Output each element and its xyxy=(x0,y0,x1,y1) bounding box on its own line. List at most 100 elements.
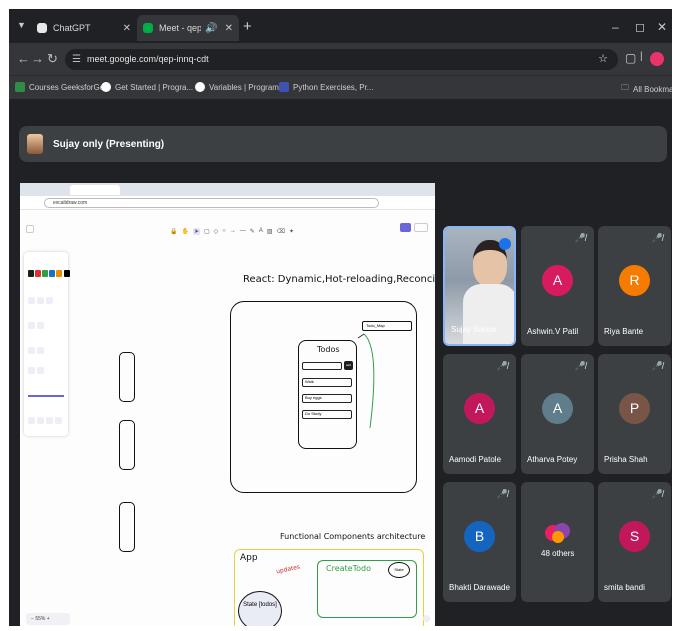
bookmark-geeksforgeeks[interactable]: Courses GeeksforGe... xyxy=(15,82,111,92)
bookmarks-bar: Courses GeeksforGe... Get Started | Prog… xyxy=(9,75,672,99)
back-icon[interactable]: ← xyxy=(17,51,30,66)
bookmark-star-icon[interactable]: ☆ xyxy=(598,49,608,70)
close-tab-icon[interactable]: ✕ xyxy=(123,23,131,34)
presenter-avatar xyxy=(27,134,43,154)
browser-toolbar: ← → ↻ ☰ meet.google.com/qep-innq-cdt ☆ ▢… xyxy=(9,43,672,75)
participant-tile[interactable]: 🎤̸ A Atharva Potey xyxy=(521,354,594,474)
layer-button xyxy=(46,417,53,424)
avatar: A xyxy=(464,393,495,424)
library-button xyxy=(414,223,428,232)
new-tab-icon[interactable]: + xyxy=(243,18,252,35)
participant-tile[interactable]: 🎤̸ A Ashwin.V Patil xyxy=(521,226,594,346)
participant-name: smita bandi xyxy=(604,583,645,592)
tab-meet[interactable]: Meet - qep-innq-cdt 🔊 ✕ xyxy=(137,15,239,41)
layer-button xyxy=(28,417,35,424)
menu-icon xyxy=(26,225,34,233)
mic-off-icon: 🎤̸ xyxy=(651,233,663,243)
tab-label: Meet - qep-innq-cdt xyxy=(159,23,202,33)
others-collage-icon xyxy=(545,523,570,543)
address-bar[interactable]: ☰ meet.google.com/qep-innq-cdt ☆ xyxy=(65,49,618,70)
mic-off-icon: 🎤̸ xyxy=(651,361,663,371)
layer-button xyxy=(37,417,44,424)
state-bubble: State xyxy=(388,562,410,578)
option-button xyxy=(28,347,35,354)
mic-off-icon: 🎤̸ xyxy=(496,361,508,371)
todos-box: Todos add Walk Buy eggs Do Study xyxy=(298,340,357,449)
avatar: A xyxy=(542,393,573,424)
participant-name: 48 others xyxy=(541,549,575,558)
subtitle: Functional Components architecture xyxy=(280,532,426,541)
audio-icon[interactable]: 🔊 xyxy=(205,23,217,34)
mic-off-icon: 🎤̸ xyxy=(574,233,586,243)
participant-tile[interactable]: 🎤̸ P Prisha Shah xyxy=(598,354,671,474)
bookmark-get-started[interactable]: Get Started | Progra... xyxy=(101,82,193,92)
select-tool-icon: ➤ xyxy=(192,227,200,235)
line-tool-icon: — xyxy=(239,228,246,234)
sketch-rectangle xyxy=(119,352,135,402)
extensions-icon[interactable]: ▢ xyxy=(625,51,636,65)
forward-icon[interactable]: → xyxy=(31,51,44,66)
option-button xyxy=(37,322,44,329)
participant-tile[interactable]: 🎤̸ R Riya Bante xyxy=(598,226,671,346)
participant-tile-self[interactable]: Sujay Sarkar xyxy=(443,226,516,346)
participant-tile-others[interactable]: 48 others xyxy=(521,482,594,602)
drawing-toolbar: 🔒 ✋ ➤ ▢ ◇ ○ → — ✎ A ▨ ⌫ ✦ xyxy=(170,224,294,238)
text-tool-icon: A xyxy=(258,228,263,234)
reload-icon[interactable]: ↻ xyxy=(47,51,58,67)
close-tab-icon[interactable]: ✕ xyxy=(225,23,233,34)
avatar: A xyxy=(542,265,573,296)
participant-name: Aamodi Patole xyxy=(449,455,502,464)
all-bookmarks[interactable]: 🗀 All Bookmarks xyxy=(621,82,672,96)
createtodo-label: CreateTodo xyxy=(326,564,371,573)
ellipse-tool-icon: ○ xyxy=(222,228,226,234)
eraser-tool-icon: ⌫ xyxy=(276,228,285,235)
todo-input xyxy=(302,362,342,370)
sketch-rectangle xyxy=(119,502,135,552)
participant-name: Ashwin.V Patil xyxy=(527,327,579,336)
avatar: R xyxy=(619,265,650,296)
zoom-value: 55% xyxy=(35,616,46,622)
participant-name: Bhakti Darawade xyxy=(449,583,510,592)
profile-avatar[interactable] xyxy=(650,52,664,66)
minimize-icon[interactable]: – xyxy=(612,20,619,34)
option-button xyxy=(28,297,35,304)
site-info-icon[interactable]: ☰ xyxy=(72,49,81,70)
option-button xyxy=(37,297,44,304)
option-button xyxy=(28,322,35,329)
tab-label: ChatGPT xyxy=(53,23,91,33)
participant-name: Atharva Potey xyxy=(527,455,578,464)
tab-search-icon[interactable]: ▼ xyxy=(17,20,26,30)
bookmark-variables[interactable]: Variables | Programi... xyxy=(195,82,287,92)
opacity-slider xyxy=(28,395,64,397)
tab-chatgpt[interactable]: ChatGPT ✕ xyxy=(31,15,137,41)
participant-tile[interactable]: 🎤̸ A Aamodi Patole xyxy=(443,354,516,474)
todo-item: Buy eggs xyxy=(302,394,352,403)
option-button xyxy=(37,367,44,374)
color-swatch xyxy=(28,270,34,277)
color-swatch xyxy=(35,270,41,277)
option-button xyxy=(28,367,35,374)
presenter-bar: Sujay only (Presenting) xyxy=(19,126,667,162)
color-swatch xyxy=(64,270,70,277)
divider: | xyxy=(640,51,643,62)
connector-arrow xyxy=(357,333,375,429)
state-todos-circle: State [todos] xyxy=(238,591,282,626)
speaking-indicator-icon xyxy=(499,238,511,250)
option-button xyxy=(46,297,53,304)
close-window-icon[interactable]: ✕ xyxy=(657,20,667,34)
shared-tab xyxy=(30,185,66,195)
restore-icon[interactable]: ◻ xyxy=(635,20,645,34)
self-video-body xyxy=(463,284,514,344)
app-label: App xyxy=(240,553,258,563)
mic-off-icon: 🎤̸ xyxy=(574,361,586,371)
bookmark-label: Courses GeeksforGe... xyxy=(29,82,111,92)
bookmark-label: All Bookmarks xyxy=(633,84,672,94)
folder-icon: 🗀 xyxy=(621,83,629,92)
sketch-rectangle xyxy=(119,420,135,470)
bookmark-label: Python Exercises, Pr... xyxy=(293,82,374,92)
bookmark-python-exercises[interactable]: Python Exercises, Pr... xyxy=(279,82,373,92)
shared-tab xyxy=(70,185,120,195)
mic-off-icon: 🎤̸ xyxy=(651,489,663,499)
participant-tile[interactable]: 🎤̸ S smita bandi xyxy=(598,482,671,602)
participant-tile[interactable]: 🎤̸ B Bhakti Darawade xyxy=(443,482,516,602)
